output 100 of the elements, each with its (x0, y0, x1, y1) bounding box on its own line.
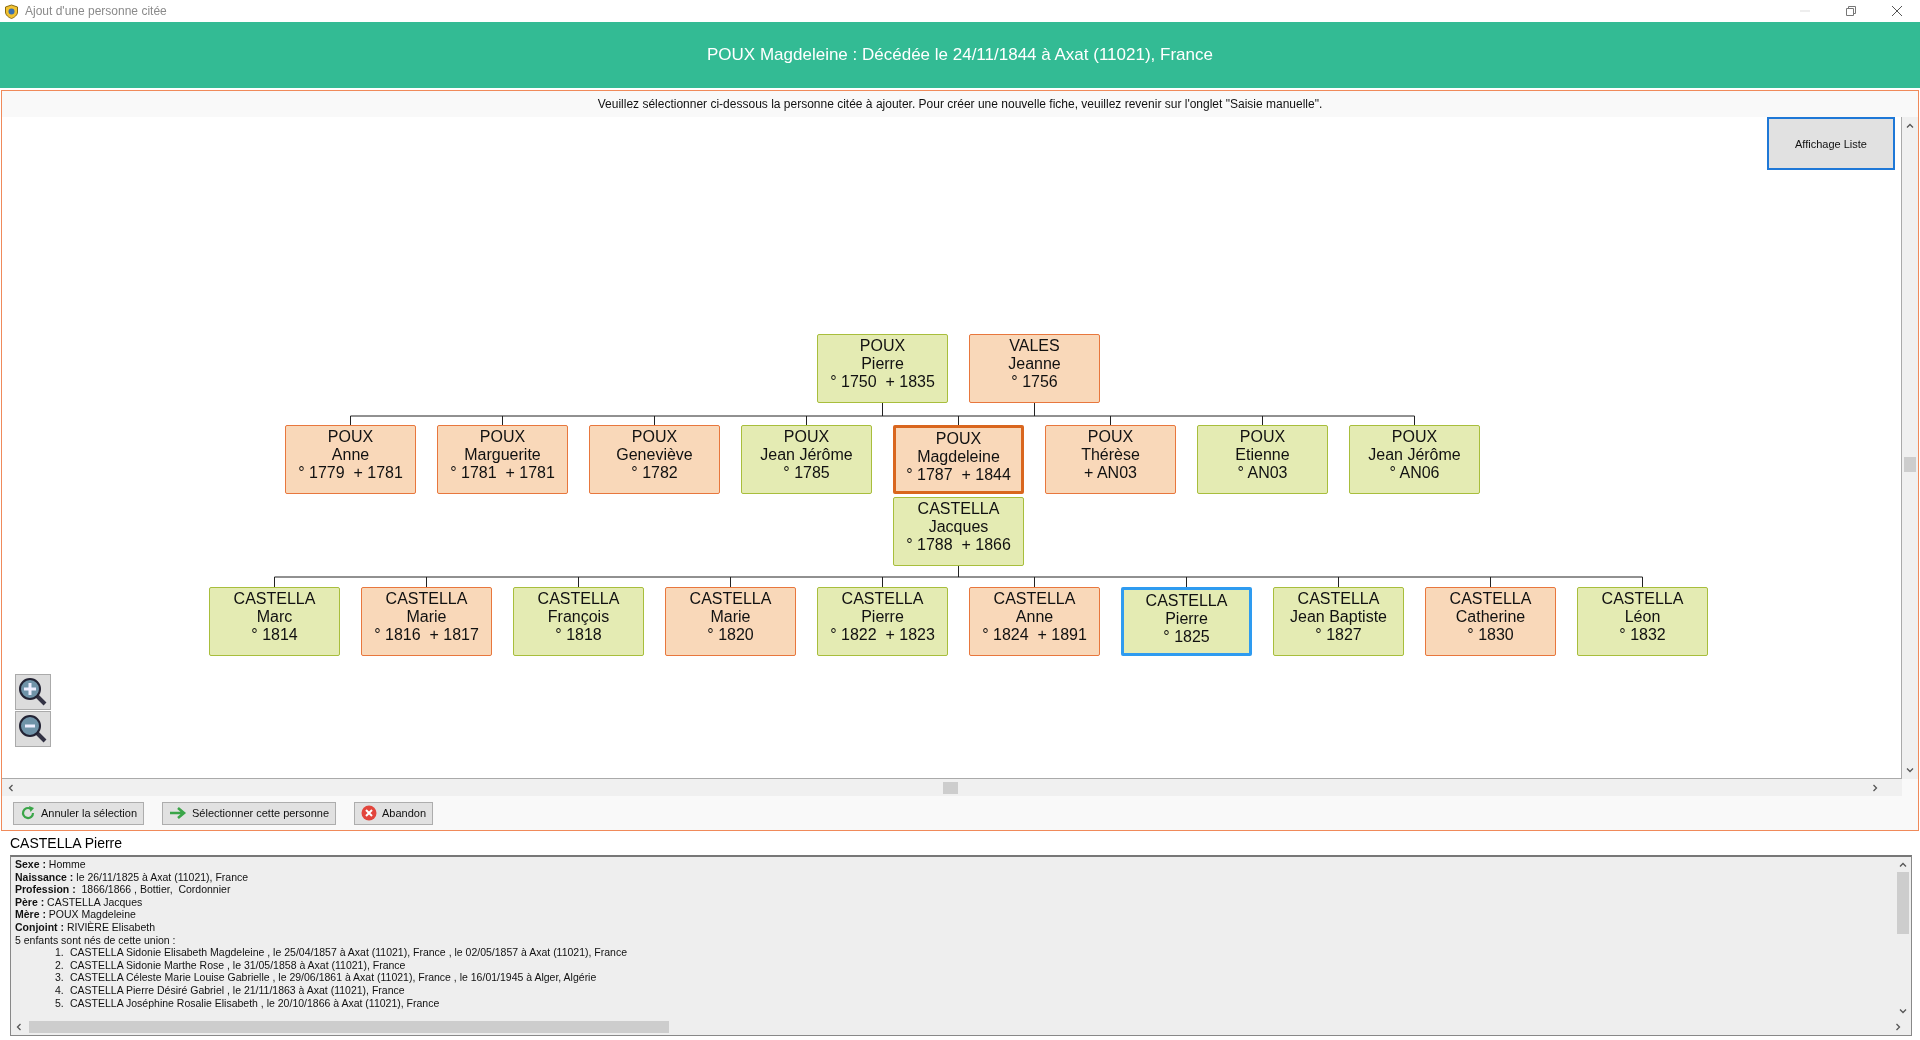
scroll-left-icon[interactable] (6, 782, 16, 793)
person-dates: ° 1824 + 1891 (982, 626, 1087, 644)
scroll-down-icon[interactable] (1898, 1006, 1908, 1016)
restore-icon[interactable] (1846, 6, 1856, 16)
person-surname: POUX (859, 337, 906, 355)
person-dates: + AN03 (1084, 464, 1137, 482)
person-card[interactable]: CASTELLA François ° 1818 (513, 587, 644, 656)
child-entry: CASTELLA Pierre Désiré Gabriel , le 21/11/1863 à Axat (11021), France (70, 983, 405, 997)
person-surname: CASTELLA (1145, 592, 1228, 610)
person-given-name: Pierre (861, 355, 904, 373)
person-dates: ° 1814 (251, 626, 298, 644)
app-logo-icon (4, 3, 19, 19)
scroll-down-icon[interactable] (1905, 765, 1915, 775)
person-surname: CASTELLA (385, 590, 468, 608)
person-card[interactable]: POUX Thérèse + AN03 (1045, 425, 1176, 494)
person-card[interactable]: CASTELLA Catherine ° 1830 (1425, 587, 1556, 656)
person-card[interactable]: CASTELLA Pierre ° 1825 (1121, 587, 1252, 656)
person-dates: ° 1750 + 1835 (830, 373, 935, 391)
person-given-name: Marie (406, 608, 447, 626)
person-card[interactable]: POUX Magdeleine ° 1787 + 1844 (893, 425, 1024, 494)
person-card[interactable]: POUX Pierre ° 1750 + 1835 (817, 334, 948, 403)
person-given-name: Magdeleine (917, 448, 1000, 466)
person-surname: CASTELLA (233, 590, 316, 608)
person-given-name: Pierre (1165, 610, 1208, 628)
person-surname: POUX (327, 428, 374, 446)
person-card[interactable]: CASTELLA Léon ° 1832 (1577, 587, 1708, 656)
person-card[interactable]: POUX Anne ° 1779 + 1781 (285, 425, 416, 494)
scroll-up-icon[interactable] (1898, 860, 1908, 870)
person-card[interactable]: POUX Marguerite ° 1781 + 1781 (437, 425, 568, 494)
detail-line: Conjoint : RIVIÈRE Elisabeth (15, 920, 157, 934)
zoom-in-button[interactable] (15, 674, 51, 710)
vertical-scrollbar[interactable] (1902, 117, 1918, 779)
detail-line: 5 enfants sont nés de cette union : (15, 933, 177, 947)
person-card[interactable]: CASTELLA Anne ° 1824 + 1891 (969, 587, 1100, 656)
instruction-text: Veuillez sélectionner ci-dessous la personne citée à ajouter. Pour créer une nouvelle fiche, veuillez revenir sur l'onglet "Saisie manuelle". (597, 97, 1323, 111)
person-dates: ° 1787 + 1844 (906, 466, 1011, 484)
scrollbar-thumb[interactable] (29, 1021, 669, 1033)
person-surname: CASTELLA (1449, 590, 1532, 608)
person-card[interactable]: POUX Jean Jérôme ° 1785 (741, 425, 872, 494)
action-button[interactable]: Abandon (354, 801, 434, 825)
detail-line: Naissance : le 26/11/1825 à Axat (11021), France (15, 870, 250, 884)
person-card[interactable]: VALES Jeanne ° 1756 (969, 334, 1100, 403)
person-dates: ° 1818 (555, 626, 602, 644)
person-given-name: François (547, 608, 610, 626)
child-entry: CASTELLA Céleste Marie Louise Gabrielle , le 29/06/1861 à Axat (11021), France , le 16/01/1945 à Alger, Algérie (70, 971, 597, 984)
horizontal-scrollbar[interactable] (2, 779, 1902, 796)
scroll-up-icon[interactable] (1905, 121, 1915, 131)
person-dates: ° 1816 + 1817 (374, 626, 479, 644)
scrollbar-thumb[interactable] (943, 782, 958, 794)
person-surname: POUX (479, 428, 526, 446)
list-number: 2. (55, 958, 65, 972)
zoom-out-button[interactable] (15, 711, 51, 747)
person-dates: ° 1785 (783, 464, 830, 482)
detail-line: Sexe : Homme (15, 858, 87, 871)
person-given-name: Geneviève (616, 446, 693, 464)
child-entry: CASTELLA Sidonie Marthe Rose , le 31/05/1858 à Axat (11021), France (70, 958, 406, 972)
person-surname: CASTELLA (1601, 590, 1684, 608)
person-dates: ° 1825 (1163, 628, 1210, 646)
arrow-right-icon (169, 806, 187, 820)
person-given-name: Jean Jérôme (760, 446, 853, 464)
action-button[interactable]: Annuler la sélection (13, 801, 144, 825)
person-surname: CASTELLA (917, 500, 1000, 518)
person-card[interactable]: CASTELLA Jean Baptiste ° 1827 (1273, 587, 1404, 656)
scrollbar-thumb[interactable] (1904, 457, 1916, 472)
person-surname: POUX (1087, 428, 1134, 446)
scroll-right-icon[interactable] (1893, 1022, 1903, 1032)
action-button[interactable]: Sélectionner cette personne (162, 801, 336, 825)
person-card[interactable]: POUX Etienne ° AN03 (1197, 425, 1328, 494)
person-card[interactable]: CASTELLA Pierre ° 1822 + 1823 (817, 587, 948, 656)
person-given-name: Thérèse (1081, 446, 1140, 464)
person-surname: POUX (783, 428, 830, 446)
scroll-left-icon[interactable] (14, 1022, 24, 1032)
list-number: 5. (55, 996, 65, 1010)
person-surname: CASTELLA (689, 590, 772, 608)
scrollbar-thumb[interactable] (1897, 872, 1909, 934)
person-surname: CASTELLA (993, 590, 1076, 608)
person-given-name: Jean Jérôme (1368, 446, 1461, 464)
list-number: 1. (55, 946, 65, 959)
person-surname: CASTELLA (1297, 590, 1380, 608)
person-card[interactable]: POUX Geneviève ° 1782 (589, 425, 720, 494)
person-surname: CASTELLA (537, 590, 620, 608)
person-card[interactable]: CASTELLA Marie ° 1816 + 1817 (361, 587, 492, 656)
person-given-name: Catherine (1455, 608, 1526, 626)
cancel-icon (361, 805, 377, 821)
refresh-icon (20, 805, 36, 821)
person-card[interactable]: CASTELLA Marie ° 1820 (665, 587, 796, 656)
detail-line: Profession : 1866/1866 , Bottier, Cordonnier (15, 883, 232, 896)
window-title: Ajout d'une personne citée (25, 4, 167, 18)
zoom-out-icon (18, 714, 48, 744)
zoom-in-icon (18, 677, 48, 707)
person-card[interactable]: POUX Jean Jérôme ° AN06 (1349, 425, 1480, 494)
close-icon[interactable] (1892, 6, 1902, 16)
person-surname: CASTELLA (841, 590, 924, 608)
person-card[interactable]: CASTELLA Marc ° 1814 (209, 587, 340, 656)
scroll-right-icon[interactable] (1870, 782, 1880, 793)
person-given-name: Etienne (1235, 446, 1290, 464)
person-dates: ° 1822 + 1823 (830, 626, 935, 644)
child-entry: CASTELLA Sidonie Elisabeth Magdeleine , le 25/04/1857 à Axat (11021), France , le 02/05/1857 à Axat (11021), France (70, 946, 628, 959)
list-view-button[interactable]: Affichage Liste (1767, 117, 1895, 170)
person-card[interactable]: CASTELLA Jacques ° 1788 + 1866 (893, 497, 1024, 566)
